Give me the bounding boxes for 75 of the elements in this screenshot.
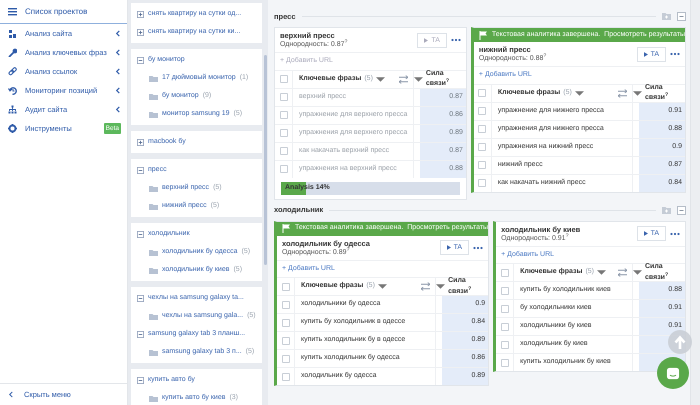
swap-icon[interactable] xyxy=(398,74,408,84)
row-checkbox[interactable] xyxy=(280,93,288,102)
chat-icon xyxy=(666,366,680,380)
folder-icon xyxy=(149,74,158,82)
row-checkbox[interactable] xyxy=(500,304,509,313)
row-checkbox[interactable] xyxy=(478,161,486,170)
sidebar-item[interactable]: Список проектов xyxy=(0,0,127,24)
flag-icon xyxy=(282,224,291,234)
swap-icon[interactable] xyxy=(618,268,627,278)
folder-icon xyxy=(149,248,158,256)
folder-icon xyxy=(149,184,158,192)
select-all-checkbox[interactable] xyxy=(478,89,486,98)
chart-icon xyxy=(8,29,17,38)
more-icon[interactable] xyxy=(473,246,484,250)
row-checkbox[interactable] xyxy=(478,107,486,116)
select-all-checkbox[interactable] xyxy=(280,75,288,84)
folder-add-icon xyxy=(662,206,671,215)
select-all-checkbox[interactable] xyxy=(500,268,509,277)
folder-icon xyxy=(149,312,158,320)
arrow-up-icon xyxy=(674,334,686,350)
row-checkbox[interactable] xyxy=(282,372,290,381)
caret-icon xyxy=(633,88,642,98)
play-icon xyxy=(644,231,648,236)
row-checkbox[interactable] xyxy=(280,111,288,120)
sitemap-icon xyxy=(8,105,17,114)
select-all-checkbox[interactable] xyxy=(282,282,290,291)
item-label: Список проектов xyxy=(25,6,88,18)
caret-icon xyxy=(574,88,584,98)
row-checkbox[interactable] xyxy=(500,358,509,367)
caret-icon xyxy=(597,268,606,278)
play-icon xyxy=(446,245,451,250)
collapse-icon xyxy=(677,206,686,215)
row-checkbox[interactable] xyxy=(478,125,486,134)
folder-icon xyxy=(149,110,158,118)
play-icon xyxy=(424,38,428,43)
settings-icon xyxy=(8,124,17,133)
menu-icon xyxy=(8,7,17,16)
caret-icon xyxy=(633,268,642,278)
row-checkbox[interactable] xyxy=(282,336,290,345)
folder-icon xyxy=(149,92,158,100)
folder-icon xyxy=(149,202,158,210)
swap-icon[interactable] xyxy=(618,88,627,98)
row-checkbox[interactable] xyxy=(282,318,290,327)
folder-icon xyxy=(149,266,158,274)
more-icon[interactable] xyxy=(450,38,461,42)
folder-icon xyxy=(149,394,158,402)
row-checkbox[interactable] xyxy=(280,129,288,138)
flag-icon xyxy=(478,30,488,40)
row-checkbox[interactable] xyxy=(282,300,290,309)
caret-icon xyxy=(376,74,385,84)
more-icon[interactable] xyxy=(670,52,680,56)
link-icon xyxy=(8,67,17,76)
play-icon xyxy=(644,52,648,57)
folder-icon xyxy=(149,348,158,356)
chat-button[interactable] xyxy=(657,357,689,389)
row-checkbox[interactable] xyxy=(478,179,486,188)
scrollbar-thumb[interactable] xyxy=(264,55,267,265)
scrollbar[interactable] xyxy=(690,0,700,405)
row-checkbox[interactable] xyxy=(280,165,288,174)
key-icon xyxy=(8,48,17,57)
row-checkbox[interactable] xyxy=(500,286,509,295)
collapse-icon xyxy=(677,12,686,21)
swap-icon[interactable] xyxy=(421,282,430,292)
row-checkbox[interactable] xyxy=(478,143,486,152)
caret-icon xyxy=(414,74,423,84)
caret-icon xyxy=(436,282,446,292)
caret-icon xyxy=(378,282,387,292)
row-checkbox[interactable] xyxy=(500,322,509,331)
row-checkbox[interactable] xyxy=(280,147,288,156)
history-icon xyxy=(8,86,17,95)
folder-add-icon xyxy=(662,12,671,21)
more-icon[interactable] xyxy=(670,232,680,236)
row-checkbox[interactable] xyxy=(282,354,290,363)
row-checkbox[interactable] xyxy=(500,340,509,349)
chevron-icon xyxy=(8,391,14,398)
